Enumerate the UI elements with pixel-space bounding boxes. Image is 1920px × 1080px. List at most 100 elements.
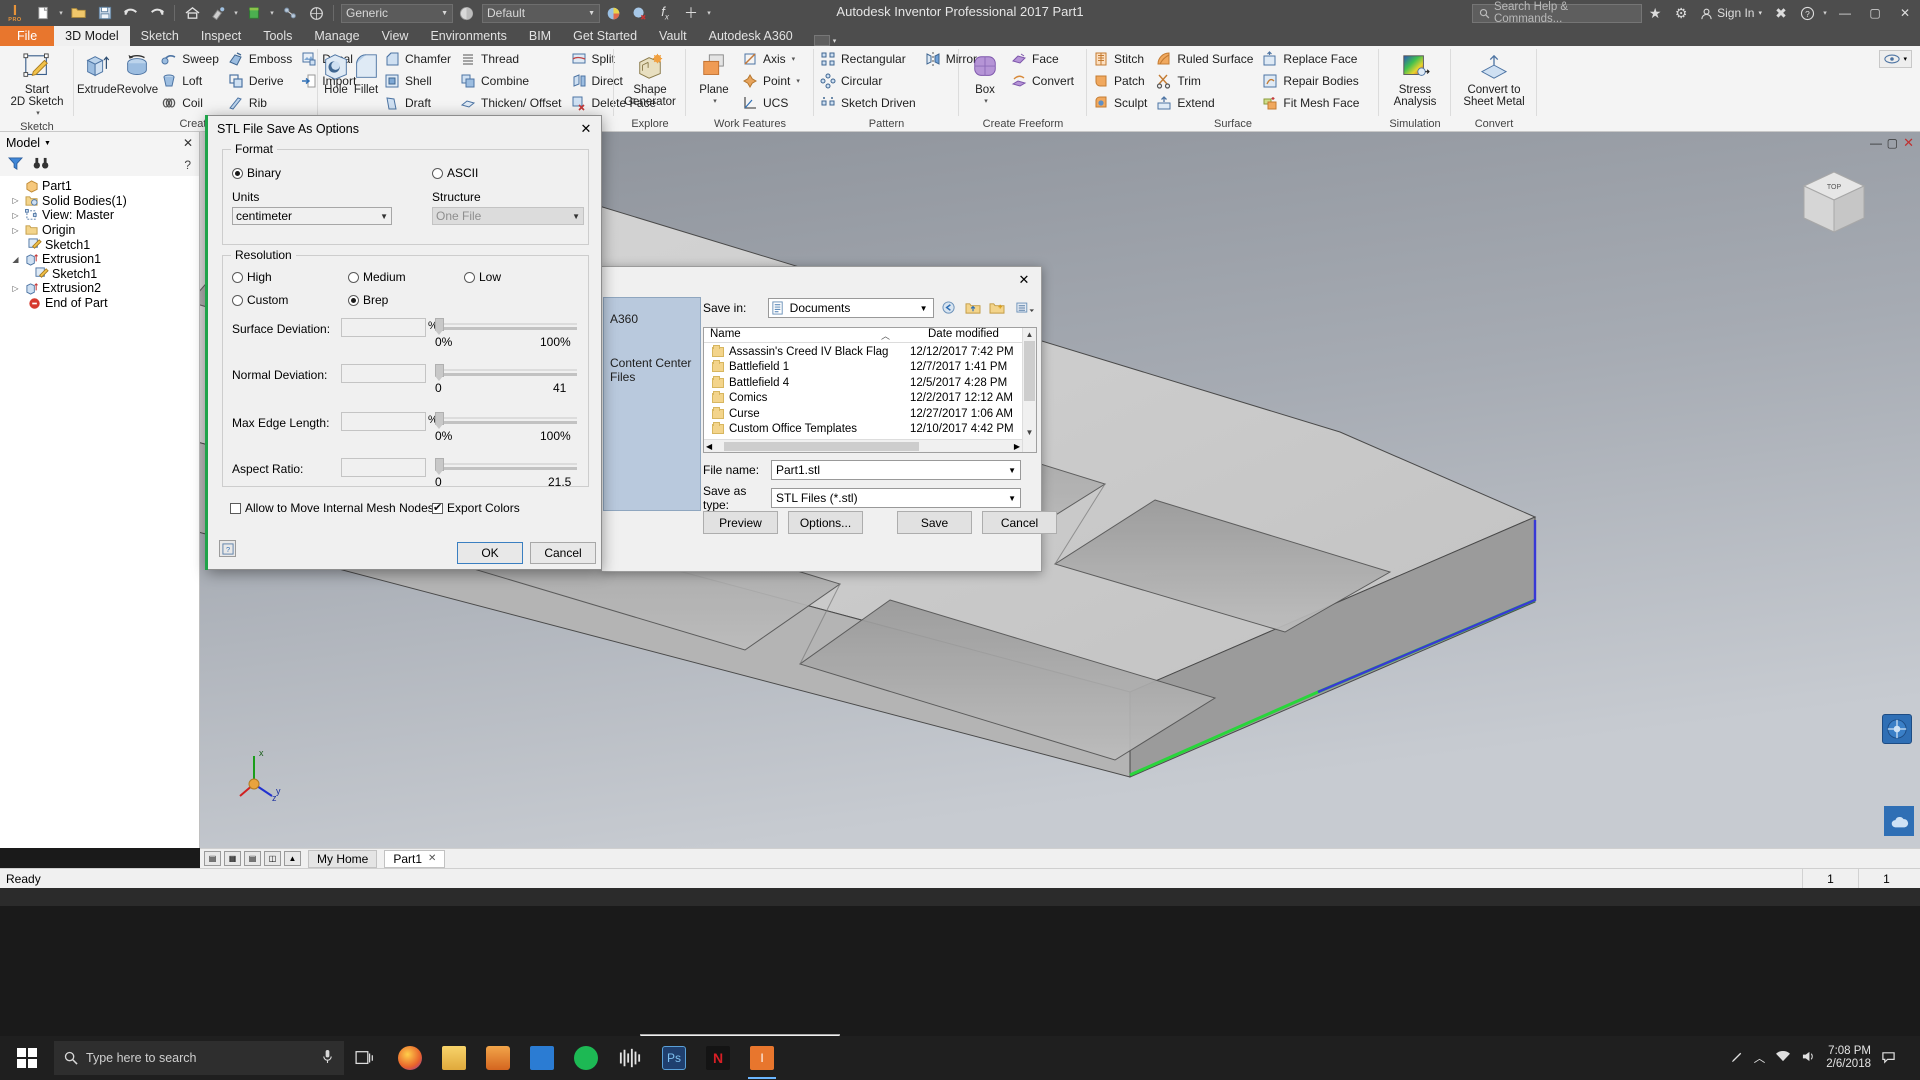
tree-node-solid-bodies[interactable]: ▷ Solid Bodies(1) [4, 194, 199, 209]
close-icon[interactable]: ✕ [428, 853, 436, 864]
scroll-thumb-h[interactable] [724, 441, 920, 451]
appearance-combo[interactable]: Default ▼ [482, 3, 600, 23]
close-button[interactable]: ✕ [1890, 0, 1920, 26]
clear-appearance-icon[interactable] [626, 1, 652, 25]
doc-tab-part1[interactable]: Part1 ✕ [384, 849, 446, 868]
file-row[interactable]: Battlefield 1 12/7/2017 1:41 PM [704, 360, 1022, 376]
tree-node-sketch1[interactable]: Sketch1 [4, 237, 199, 252]
tab-environments[interactable]: Environments [419, 26, 517, 46]
new-folder-icon[interactable] [988, 299, 1006, 318]
convert-button[interactable]: Convert [1008, 70, 1080, 92]
save-in-combo[interactable]: Documents ▼ [767, 298, 935, 318]
chevron-up-icon[interactable]: ︿ [1754, 1050, 1766, 1066]
chevron-down-icon[interactable]: ▾ [984, 96, 988, 108]
minimize-button[interactable]: — [1830, 0, 1860, 26]
shell-button[interactable]: Shell [381, 70, 457, 92]
chevron-down-icon[interactable]: ▼ [916, 304, 932, 313]
chevron-down-icon[interactable]: ▼ [1008, 494, 1016, 503]
wifi-icon[interactable] [1775, 1050, 1791, 1066]
account-gear-icon[interactable]: ⚙ [1668, 1, 1694, 25]
material-combo[interactable]: Generic ▼ [341, 3, 453, 23]
file-name-input[interactable]: Part1.stl ▼ [771, 460, 1021, 480]
file-list[interactable]: Name Date modified ︿ Assassin's Creed IV… [703, 327, 1037, 453]
file-row[interactable]: Assassin's Creed IV Black Flag 12/12/201… [704, 344, 1022, 360]
open-icon[interactable] [66, 1, 92, 25]
plane-button[interactable]: Plane ▾ [689, 48, 739, 108]
max-edge-length-input[interactable] [341, 412, 426, 431]
tab-sketch[interactable]: Sketch [130, 26, 190, 46]
scroll-up-icon[interactable]: ▲ [1023, 328, 1036, 341]
photoshop-icon[interactable]: Ps [652, 1036, 696, 1080]
face-button[interactable]: Face [1008, 48, 1080, 70]
doc-tab-my-home[interactable]: My Home [308, 849, 378, 868]
panel-3-icon[interactable]: ▤ [244, 851, 261, 866]
convert-to-sheet-metal-button[interactable]: Convert to Sheet Metal [1454, 48, 1534, 108]
chamfer-button[interactable]: Chamfer [381, 48, 457, 70]
redo-icon[interactable] [144, 1, 170, 25]
shape-generator-button[interactable]: Shape Generator [617, 48, 683, 108]
task-view-icon[interactable] [344, 1036, 388, 1080]
ucs-button[interactable]: UCS [739, 92, 806, 114]
notification-icon[interactable] [1881, 1050, 1896, 1067]
fit-mesh-face-button[interactable]: Fit Mesh Face [1259, 92, 1365, 114]
tree-node-extrusion2[interactable]: ▷ Extrusion2 [4, 281, 199, 296]
star-icon[interactable]: ★ [1642, 1, 1668, 25]
filter-icon[interactable] [7, 157, 24, 173]
axis-button[interactable]: Axis ▾ [739, 48, 806, 70]
aspect-ratio-slider[interactable] [435, 458, 577, 475]
navigation-wheel-icon[interactable] [1882, 714, 1912, 744]
place-a360[interactable]: A360 [604, 306, 700, 332]
exchange-apps-icon[interactable]: ✖ [1768, 1, 1794, 25]
allow-move-internal-mesh-nodes-checkbox[interactable]: Allow to Move Internal Mesh Nodes [230, 501, 434, 515]
binoculars-icon[interactable] [33, 157, 49, 173]
chevron-down-icon[interactable]: ▾ [792, 55, 796, 63]
add-icon[interactable]: ＋ [678, 1, 704, 25]
tab-tools[interactable]: Tools [252, 26, 303, 46]
file-list-horizontal-scrollbar[interactable]: ◀ ▶ [704, 439, 1022, 452]
max-edge-length-slider[interactable] [435, 412, 577, 429]
slider-thumb[interactable] [435, 318, 444, 335]
autodesk-360-icon[interactable] [1884, 806, 1914, 836]
tree-arrow-icon[interactable]: ▷ [10, 211, 21, 220]
home-icon[interactable] [179, 1, 205, 25]
rectangular-pattern-button[interactable]: Rectangular [817, 48, 922, 70]
aspect-ratio-input[interactable] [341, 458, 426, 477]
extend-button[interactable]: Extend [1153, 92, 1259, 114]
tab-manage[interactable]: Manage [303, 26, 370, 46]
save-as-type-input[interactable]: STL Files (*.stl) ▼ [771, 488, 1021, 508]
save-as-close-button[interactable]: ✕ [1013, 271, 1035, 289]
back-icon[interactable] [940, 299, 958, 318]
taskbar-search-input[interactable]: Type here to search [54, 1041, 344, 1075]
update-icon[interactable] [277, 1, 303, 25]
trim-button[interactable]: Trim [1153, 70, 1259, 92]
pen-icon[interactable] [1730, 1050, 1744, 1067]
tree-arrow-icon[interactable]: ◢ [10, 255, 21, 264]
coil-button[interactable]: Coil [158, 92, 225, 114]
tree-node-sketch1-child[interactable]: Sketch1 [4, 267, 199, 282]
file-row[interactable]: Curse 12/27/2017 1:06 AM [704, 406, 1022, 422]
ribbon-overflow[interactable]: ▾ [813, 35, 836, 46]
netflix-icon[interactable]: N [696, 1036, 740, 1080]
surface-deviation-input[interactable] [341, 318, 426, 337]
thread-button[interactable]: Thread [457, 48, 567, 70]
units-combo[interactable]: centimeter ▼ [232, 207, 392, 225]
stitch-button[interactable]: Stitch [1090, 48, 1153, 70]
browser-close-icon[interactable]: ✕ [183, 136, 193, 150]
cancel-button[interactable]: Cancel [982, 511, 1057, 534]
tab-inspect[interactable]: Inspect [190, 26, 252, 46]
thicken-offset-button[interactable]: Thicken/ Offset [457, 92, 567, 114]
resolution-custom-radio[interactable]: Custom [232, 293, 288, 307]
appearance-palette-icon[interactable] [600, 1, 626, 25]
emboss-button[interactable]: Emboss [225, 48, 298, 70]
material-icon[interactable] [241, 1, 267, 25]
replace-face-button[interactable]: Replace Face [1259, 48, 1365, 70]
tree-node-end-of-part[interactable]: End of Part [4, 296, 199, 311]
resolution-low-radio[interactable]: Low [464, 270, 501, 284]
spotify-icon[interactable] [564, 1036, 608, 1080]
start-button[interactable] [0, 1036, 54, 1080]
tab-bim[interactable]: BIM [518, 26, 562, 46]
undo-icon[interactable] [118, 1, 144, 25]
tree-arrow-icon[interactable]: ▷ [10, 196, 21, 205]
freeform-box-button[interactable]: Box ▾ [962, 48, 1008, 108]
options-button[interactable]: Options... [788, 511, 863, 534]
